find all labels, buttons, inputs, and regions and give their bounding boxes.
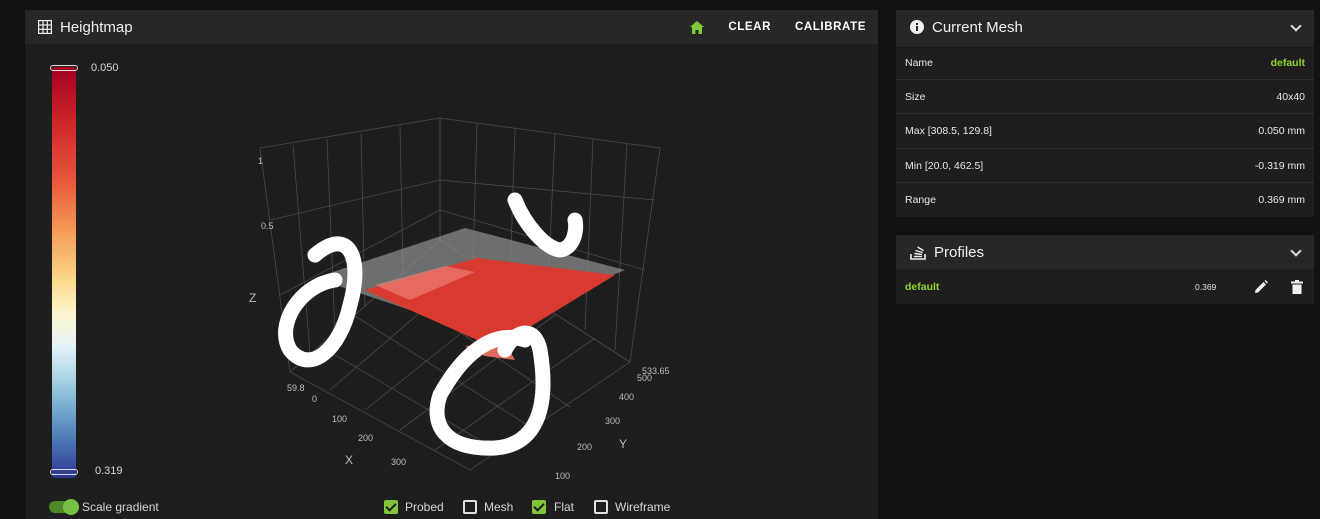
profile-range: 0.369 — [1195, 282, 1217, 292]
x-start-label: 59.8 — [287, 383, 305, 393]
x-tick-100: 100 — [332, 414, 347, 424]
x-axis-label: X — [345, 453, 353, 467]
profile-row-default[interactable]: default 0.369 — [896, 270, 1314, 304]
row-value: 0.369 mm — [1258, 193, 1305, 206]
chevron-down-icon[interactable] — [1290, 245, 1302, 257]
row-value: 0.050 mm — [1258, 124, 1305, 137]
y-end-label: 533.65 — [642, 366, 670, 376]
flat-label: Flat — [554, 500, 575, 514]
profiles-card: Profiles default 0.369 — [896, 235, 1314, 304]
mesh-row-max: Max [308.5, 129.8] 0.050 mm — [896, 113, 1314, 147]
home-icon[interactable] — [690, 20, 705, 34]
clear-button[interactable]: CLEAR — [728, 21, 771, 33]
calibrate-button[interactable]: CALIBRATE — [795, 21, 866, 33]
scale-gradient-toggle[interactable] — [49, 499, 79, 515]
y-tick-100: 100 — [555, 471, 570, 480]
current-mesh-title: Current Mesh — [932, 18, 1023, 36]
wireframe-label: Wireframe — [615, 500, 671, 514]
current-mesh-card: Current Mesh Name default Size 40x40 Max… — [896, 10, 1314, 217]
mesh-row-min: Min [20.0, 462.5] -0.319 mm — [896, 148, 1314, 182]
row-label: Max [308.5, 129.8] — [905, 124, 992, 137]
row-label: Range — [905, 193, 936, 206]
chevron-down-icon[interactable] — [1290, 20, 1302, 32]
layers-icon — [910, 245, 926, 260]
row-value: default — [1270, 56, 1305, 69]
x-tick-200: 200 — [358, 433, 373, 443]
z-axis-label: Z — [249, 291, 256, 305]
z-tick-1: 1 — [258, 156, 263, 166]
profile-name[interactable]: default — [905, 281, 939, 293]
wireframe-checkbox[interactable] — [594, 500, 608, 514]
edit-icon[interactable] — [1254, 280, 1268, 294]
gradient-min-label: 0.319 — [95, 465, 123, 477]
row-value: 40x40 — [1276, 90, 1305, 103]
mesh-row-range: Range 0.369 mm — [896, 182, 1314, 216]
info-icon — [910, 20, 924, 34]
heightmap-card: Heightmap CLEAR CALIBRATE 0.050 0.319 1 … — [25, 10, 878, 519]
y-axis-label: Y — [619, 437, 627, 451]
probed-label: Probed — [405, 500, 444, 514]
scale-gradient-label: Scale gradient — [82, 500, 159, 514]
x-tick-0: 0 — [312, 394, 317, 404]
mesh-checkbox[interactable] — [463, 500, 477, 514]
mesh-row-name: Name default — [896, 45, 1314, 79]
y-tick-400: 400 — [619, 392, 634, 402]
y-tick-300: 300 — [605, 416, 620, 426]
current-mesh-header[interactable]: Current Mesh — [896, 10, 1314, 44]
color-gradient-bar — [52, 67, 76, 478]
trash-icon[interactable] — [1291, 280, 1303, 294]
heightmap-3d-plot[interactable]: 1 0.5 Z 59.8 0 100 200 300 X 400 100 200… — [215, 110, 675, 480]
profiles-title: Profiles — [934, 243, 985, 261]
y-tick-200: 200 — [577, 442, 592, 452]
gradient-max-label: 0.050 — [91, 62, 119, 74]
z-tick-0-5: 0.5 — [261, 221, 274, 231]
row-value: -0.319 mm — [1254, 159, 1305, 172]
mesh-label: Mesh — [484, 500, 514, 514]
x-tick-300: 300 — [391, 457, 406, 467]
gradient-min-cap — [50, 469, 78, 475]
probed-checkbox[interactable] — [384, 500, 398, 514]
profiles-header[interactable]: Profiles — [896, 235, 1314, 269]
row-label: Name — [905, 56, 934, 69]
heightmap-header: Heightmap CLEAR CALIBRATE — [25, 10, 878, 44]
row-label: Min [20.0, 462.5] — [905, 159, 984, 172]
toggle-knob — [63, 499, 79, 515]
grid-icon — [38, 20, 52, 34]
heightmap-title: Heightmap — [60, 18, 133, 36]
gradient-max-cap — [50, 65, 78, 71]
mesh-row-size: Size 40x40 — [896, 79, 1314, 113]
flat-checkbox[interactable] — [532, 500, 546, 514]
row-label: Size — [905, 90, 926, 103]
